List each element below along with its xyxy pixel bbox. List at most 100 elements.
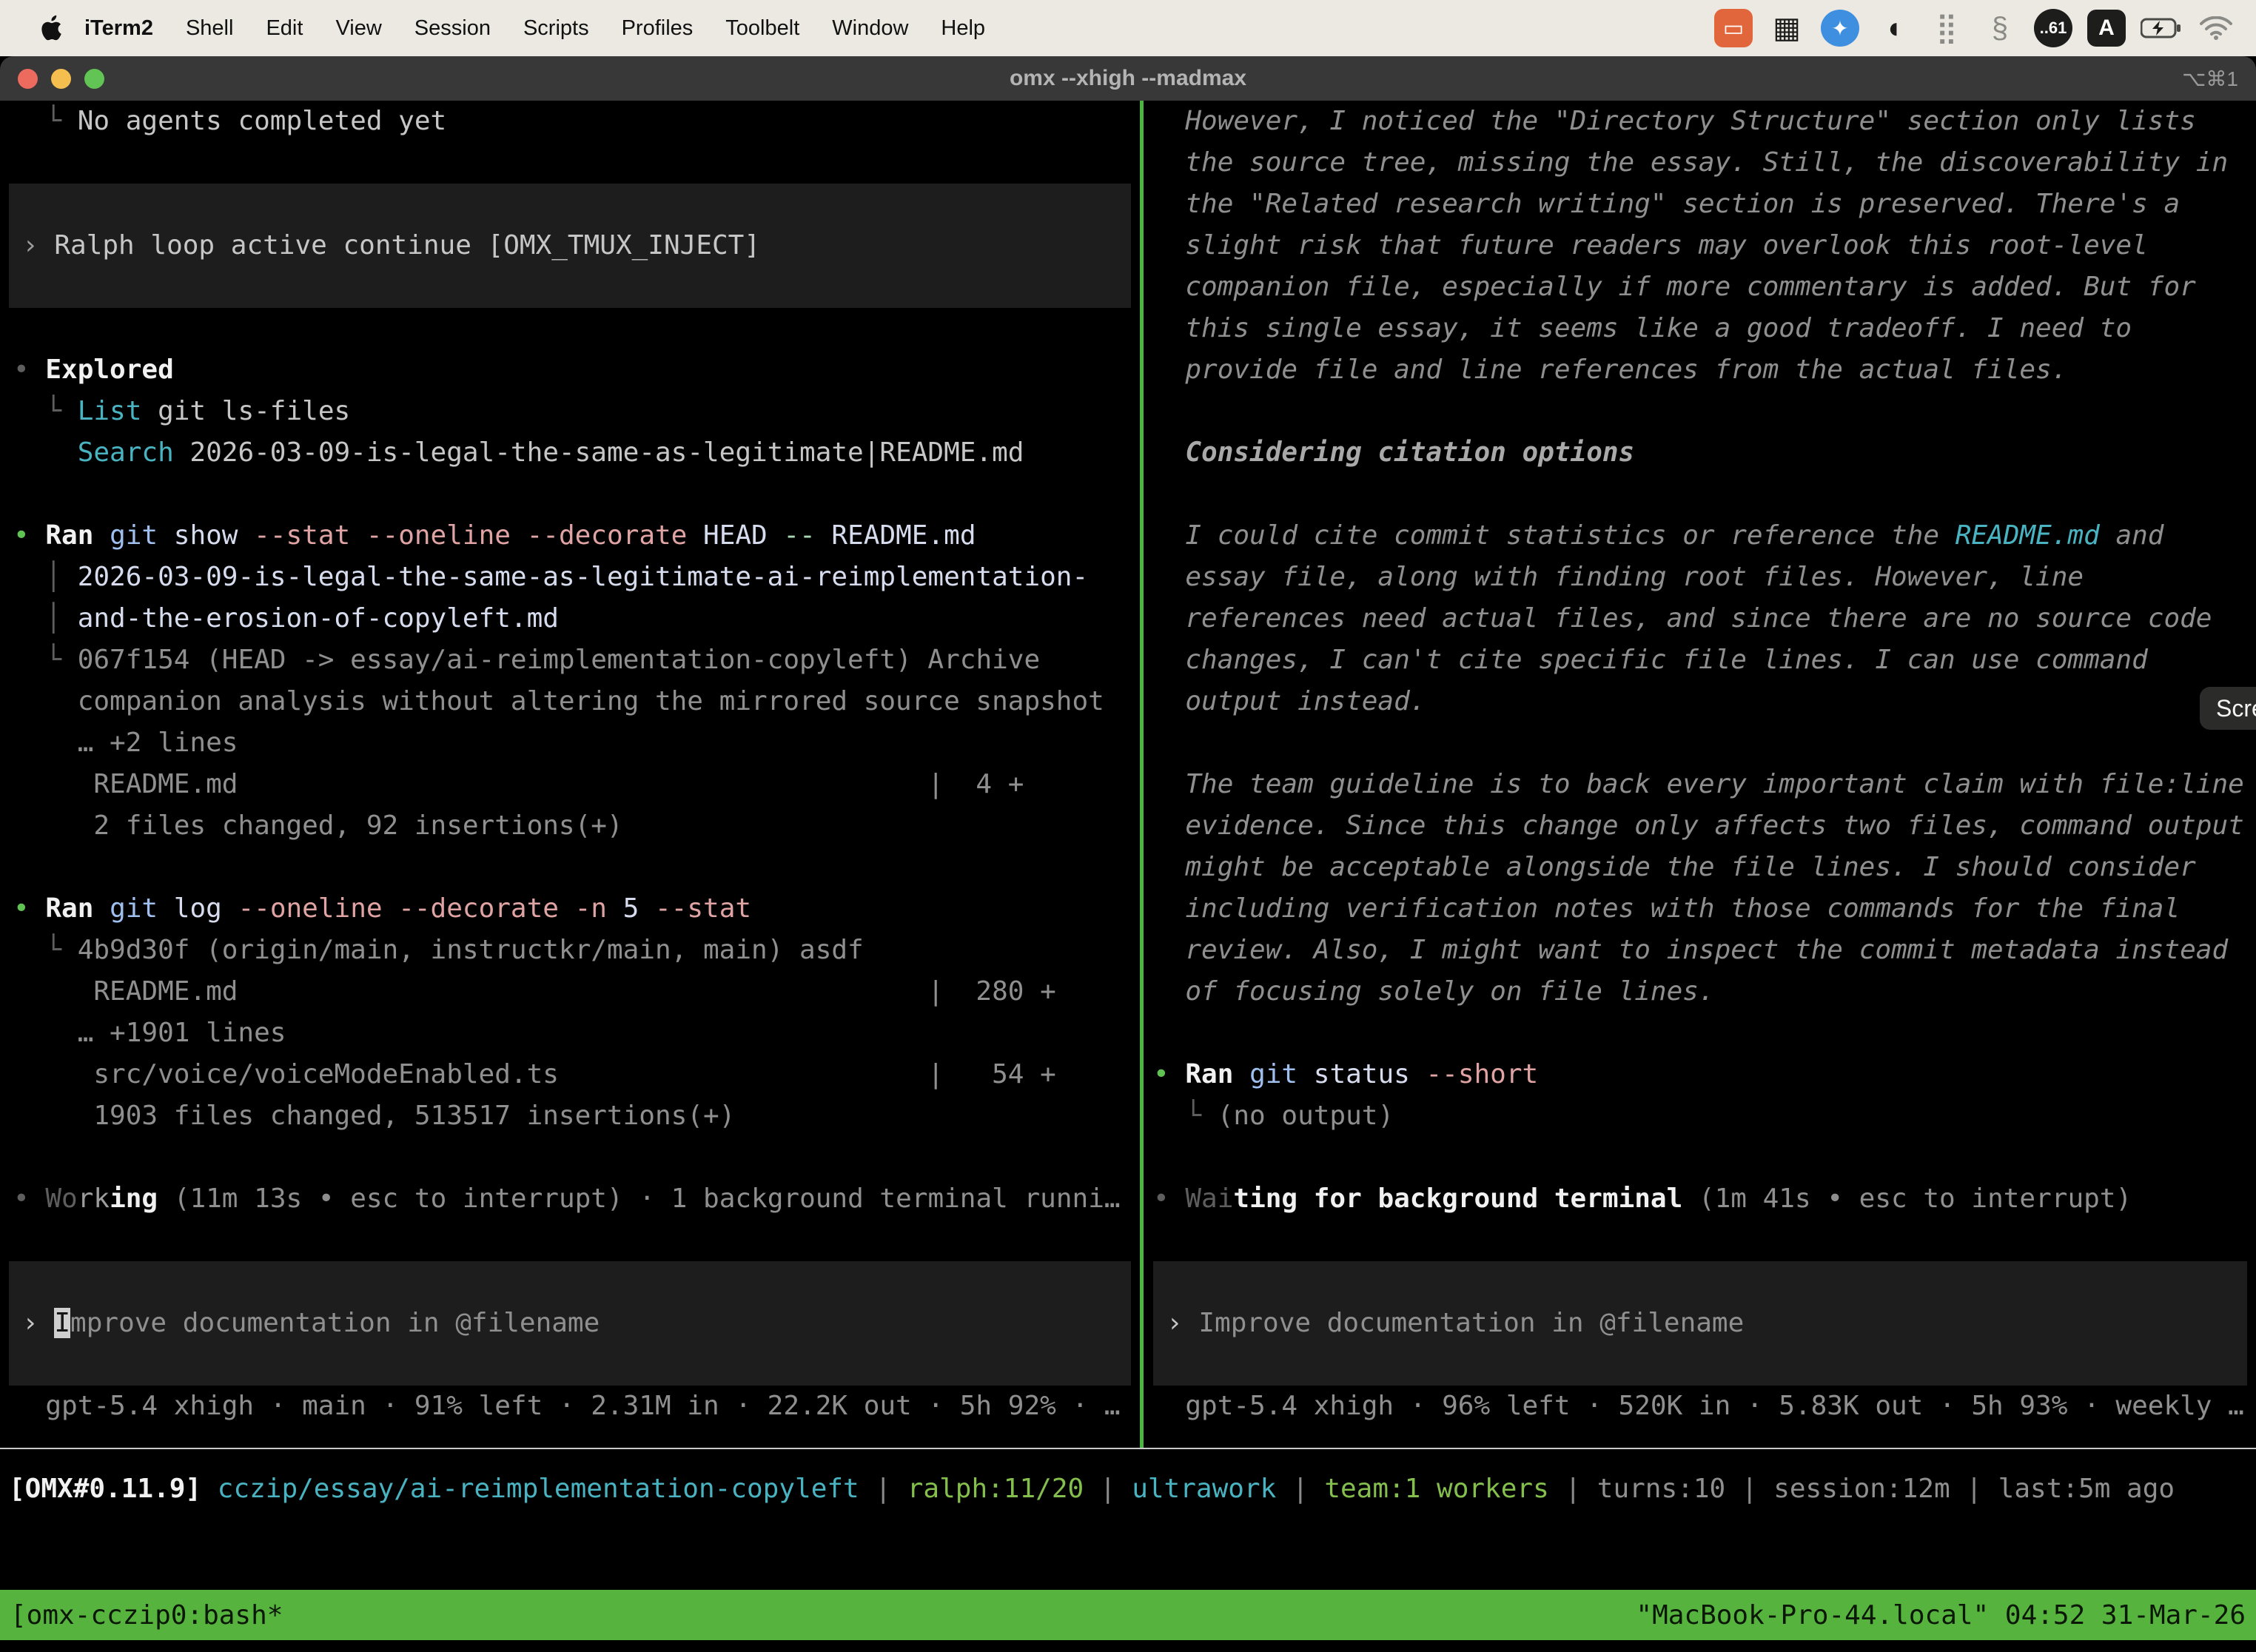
tmux-pane-right[interactable]: However, I noticed the "Directory Struct… — [1144, 101, 2256, 1427]
terminal-line — [1144, 391, 2256, 432]
screen-share-chip[interactable]: Scre — [2200, 687, 2256, 730]
terminal-line: evidence. Since this change only affects… — [1144, 805, 2256, 847]
terminal-line — [1144, 1013, 2256, 1054]
terminal-line: review. Also, I might want to inspect th… — [1144, 930, 2256, 971]
desktop: iTerm2 Shell Edit View Session Scripts Profile… — [0, 0, 2256, 1652]
terminal-line: essay file, along with finding root file… — [1144, 557, 2256, 598]
menu-item-window[interactable]: Window — [832, 16, 908, 41]
terminal-line — [0, 474, 1140, 515]
minimize-button[interactable] — [51, 69, 71, 89]
terminal-line — [1153, 1344, 2247, 1386]
menu-bar: iTerm2 Shell Edit View Session Scripts Profile… — [0, 0, 2256, 56]
terminal-line — [1144, 474, 2256, 515]
blue-badge-icon[interactable]: ✦ — [1821, 10, 1859, 47]
terminal-line: Considering citation options — [1144, 432, 2256, 474]
terminal-line: … +1901 lines — [0, 1013, 1140, 1054]
menu-item-help[interactable]: Help — [941, 16, 985, 41]
terminal-line: including verification notes with those … — [1144, 888, 2256, 930]
omx-status-line: [OMX#0.11.9] cczip/essay/ai-reimplementa… — [0, 1468, 2256, 1510]
terminal-line: slight risk that future readers may over… — [1144, 225, 2256, 266]
terminal-line — [9, 184, 1131, 225]
battery-icon[interactable] — [2141, 9, 2182, 47]
wifi-icon[interactable] — [2197, 9, 2235, 47]
menu-item-edit[interactable]: Edit — [266, 16, 303, 41]
tmux-pane-divider — [1140, 101, 1144, 1449]
terminal-line: └ 4b9d30f (origin/main, instructkr/main,… — [0, 930, 1140, 971]
badge-61-icon[interactable]: ..61 — [2034, 9, 2072, 47]
kaleidoscope-icon[interactable]: ◖ — [1874, 9, 1913, 47]
terminal-line: references need actual files, and since … — [1144, 598, 2256, 639]
tmux-host-clock: "MacBook-Pro-44.local" 04:52 31-Mar-26 — [1636, 1600, 2246, 1631]
terminal-line: 2 files changed, 92 insertions(+) — [0, 805, 1140, 847]
terminal-line: However, I noticed the "Directory Struct… — [1144, 101, 2256, 142]
zoom-button[interactable] — [84, 69, 104, 89]
prompt-box[interactable]: › Improve documentation in @filename — [9, 1261, 1131, 1386]
terminal-line: • Explored — [0, 349, 1140, 391]
apple-menu-icon[interactable] — [34, 15, 68, 41]
menu-bar-status-icons: ▭ ▦ ✦ ◖ ⣿ § ..61 A — [1714, 9, 2235, 47]
terminal-line — [9, 266, 1131, 308]
dots-grid-icon[interactable]: ⣿ — [1927, 9, 1966, 47]
menu-item-shell[interactable]: Shell — [186, 16, 234, 41]
terminal-line: gpt-5.4 xhigh · main · 91% left · 2.31M … — [0, 1386, 1140, 1427]
terminal-line — [0, 308, 1140, 349]
terminal[interactable]: └ No agents completed yet › Ralph loop a… — [0, 101, 2256, 1652]
close-button[interactable] — [18, 69, 38, 89]
terminal-line: └ (no output) — [1144, 1095, 2256, 1137]
ralph-notice-box: › Ralph loop active continue [OMX_TMUX_I… — [9, 184, 1131, 308]
terminal-line: The team guideline is to back every impo… — [1144, 764, 2256, 805]
terminal-line — [0, 142, 1140, 184]
menu-item-profiles[interactable]: Profiles — [622, 16, 694, 41]
terminal-line — [1144, 722, 2256, 764]
terminal-line: └ No agents completed yet — [0, 101, 1140, 142]
terminal-line: │ 2026-03-09-is-legal-the-same-as-legiti… — [0, 557, 1140, 598]
terminal-line: └ List git ls-files — [0, 391, 1140, 432]
terminal-line: changes, I can't cite specific file line… — [1144, 639, 2256, 681]
terminal-line: • Ran git status --short — [1144, 1054, 2256, 1095]
terminal-line — [0, 1137, 1140, 1178]
a-square-icon[interactable]: A — [2087, 10, 2126, 47]
terminal-line: • Waiting for background terminal (1m 41… — [1144, 1178, 2256, 1220]
terminal-line: of focusing solely on file lines. — [1144, 971, 2256, 1013]
screen-share-chip-label: Scre — [2216, 695, 2256, 722]
terminal-line — [9, 1261, 1131, 1303]
terminal-line: └ 067f154 (HEAD -> essay/ai-reimplementa… — [0, 639, 1140, 681]
terminal-line: provide file and line references from th… — [1144, 349, 2256, 391]
terminal-line — [1144, 1137, 2256, 1178]
terminal-line: • Ran git log --oneline --decorate -n 5 … — [0, 888, 1140, 930]
terminal-line: README.md | 4 + — [0, 764, 1140, 805]
terminal-line — [1144, 1220, 2256, 1261]
terminal-line: output instead. — [1144, 681, 2256, 722]
terminal-line: › Improve documentation in @filename — [1153, 1303, 2247, 1344]
menu-item-session[interactable]: Session — [414, 16, 491, 41]
terminal-line: this single essay, it seems like a good … — [1144, 308, 2256, 349]
terminal-line: might be acceptable alongside the file l… — [1144, 847, 2256, 888]
menu-item-view[interactable]: View — [335, 16, 381, 41]
traffic-lights — [18, 69, 104, 89]
terminal-line: gpt-5.4 xhigh · 96% left · 520K in · 5.8… — [1144, 1386, 2256, 1427]
window-title-bar[interactable]: omx --xhigh --madmax ⌥⌘1 — [0, 56, 2256, 101]
menu-item-scripts[interactable]: Scripts — [523, 16, 589, 41]
window-title: omx --xhigh --madmax — [0, 66, 2256, 91]
tmux-pane-left[interactable]: └ No agents completed yet › Ralph loop a… — [0, 101, 1140, 1427]
omx-separator-line — [0, 1448, 2256, 1449]
terminal-line — [0, 847, 1140, 888]
chat-bubble-icon[interactable]: ▭ — [1714, 9, 1753, 47]
terminal-line: • Working (11m 13s • esc to interrupt) ·… — [0, 1178, 1140, 1220]
menu-item-iterm2[interactable]: iTerm2 — [84, 16, 153, 41]
terminal-line: companion file, especially if more comme… — [1144, 266, 2256, 308]
terminal-line: README.md | 280 + — [0, 971, 1140, 1013]
terminal-line: … +2 lines — [0, 722, 1140, 764]
menu-item-toolbelt[interactable]: Toolbelt — [725, 16, 799, 41]
terminal-line: I could cite commit statistics or refere… — [1144, 515, 2256, 557]
terminal-line: • Ran git show --stat --oneline --decora… — [0, 515, 1140, 557]
terminal-line: the source tree, missing the essay. Stil… — [1144, 142, 2256, 184]
menu-items: iTerm2 Shell Edit View Session Scripts Profile… — [84, 16, 985, 41]
terminal-line — [0, 1220, 1140, 1261]
squiggle-icon[interactable]: § — [1981, 9, 2019, 47]
terminal-line: › Improve documentation in @filename — [9, 1303, 1131, 1344]
window-shortcut-hint: ⌥⌘1 — [2182, 67, 2238, 91]
shield-grid-icon[interactable]: ▦ — [1767, 9, 1806, 47]
terminal-line: companion analysis without altering the … — [0, 681, 1140, 722]
prompt-box[interactable]: › Improve documentation in @filename — [1153, 1261, 2247, 1386]
